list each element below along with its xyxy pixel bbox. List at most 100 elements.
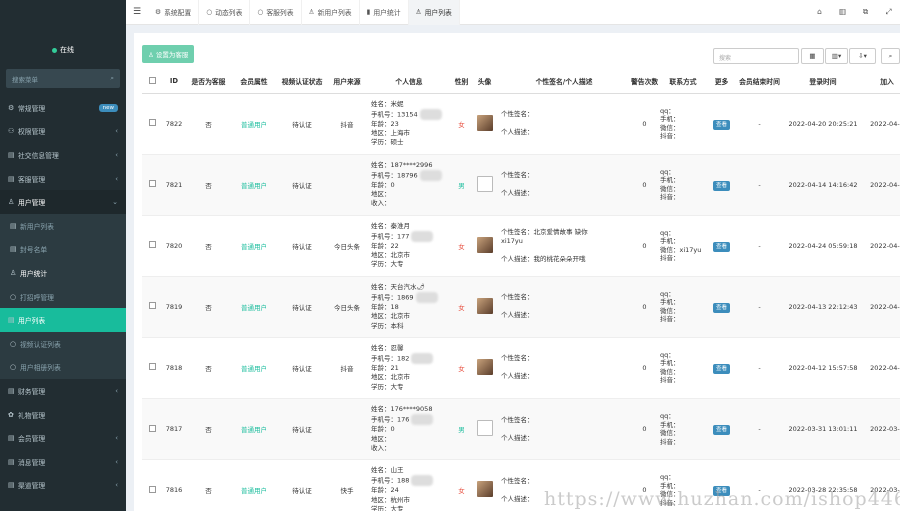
column-header[interactable]: 个人信息 [367,70,451,94]
login-time-cell: 2022-04-13 22:12:43 [784,276,862,338]
sidebar-item-1[interactable]: ⚇ 权限管理 ‹ [0,120,126,144]
sidebar-item-7[interactable]: ♙ 用户统计 [0,261,126,285]
contact-line: 微信：xi17yu [660,245,702,254]
info-text: 地区：北京市 [371,312,410,321]
row-checkbox[interactable] [148,180,156,188]
tab-3[interactable]: ♙ 新用户列表 [302,0,360,25]
info-line: 学历：本科 [371,322,451,331]
column-header[interactable]: 视频认证状态 [277,70,327,94]
column-header[interactable]: 联系方式 [658,70,708,94]
language-icon[interactable]: ⧉ [854,7,877,17]
avatar[interactable] [476,481,493,498]
info-text: 年龄：22 [371,242,399,251]
info-line: 手机号：176 [371,414,451,426]
sidebar-item-2[interactable]: ▤ 社交信息管理 ‹ [0,143,126,167]
fullscreen-icon[interactable]: ⤢ [877,7,900,17]
tab-4[interactable]: ▮ 用户统计 [360,0,409,25]
advanced-search-button[interactable]: ⌕ [881,48,900,64]
view-button[interactable]: 查看 [712,180,730,191]
column-header[interactable]: 是否为客服 [186,70,231,94]
sidebar-item-label: 用户管理 [18,199,46,208]
circle-icon: ○ [10,363,17,372]
avatar[interactable] [476,297,493,314]
info-text: 地区： [371,434,391,443]
search-icon[interactable]: ⌕ [110,74,114,83]
video-status-cell: 待认证 [277,398,327,461]
signature-line [501,425,631,434]
sidebar-item-10[interactable]: ○ 视频认证列表 [0,331,126,356]
columns-button[interactable]: ▥▾ [825,48,848,64]
sidebar-item-11[interactable]: ○ 用户相册列表 [0,355,126,380]
sidebar-item-13[interactable]: ✿ 礼物管理 [0,403,126,427]
sidebar-item-14[interactable]: ▤ 会员管理 ‹ [0,426,126,450]
row-checkbox[interactable] [148,424,156,432]
toggle-view-button[interactable]: ▦ [801,48,824,64]
column-header[interactable]: 头像 [472,70,497,94]
signature-line: 个性签名： [501,354,534,363]
columns-icon: ▥▾ [831,52,842,60]
avatar[interactable] [476,236,493,253]
avatar[interactable] [476,420,493,437]
view-button[interactable]: 查看 [712,119,730,130]
column-header[interactable]: 更多 [708,70,735,94]
row-checkbox[interactable] [148,241,156,249]
column-header[interactable]: 用户来源 [327,70,367,94]
sidebar-item-label: 社交信息管理 [18,151,59,160]
sidebar-user-panel: 在线 [0,25,126,63]
sidebar-item-16[interactable]: ▤ 渠道管理 ‹ [0,474,126,498]
column-header[interactable]: 个性签名/个人描述 [497,70,631,94]
table-search-input[interactable]: 搜索 [713,48,799,64]
sidebar-item-5[interactable]: ▤ 新用户列表 [0,213,126,238]
menu-toggle-icon[interactable]: ☰ [126,7,148,17]
sidebar: 在线 搜索菜单 ⌕ ⚙ 常规管理 new ⚇ 权限管理 ‹ ▤ 社交信息管理 ‹ ▤ 客服管理 ‹ ♙ 用… [0,0,126,511]
view-button[interactable]: 查看 [712,363,730,374]
avatar[interactable] [476,358,493,375]
select-all-checkbox[interactable] [148,76,156,84]
list-icon: ▤ [10,245,17,254]
sidebar-search-input[interactable]: 搜索菜单 ⌕ [6,69,120,88]
info-text: 姓名：忍馨 [371,344,404,353]
export-button[interactable]: ⇩▾ [849,48,876,64]
personal-info-cell: 姓名：山王 手机号：188 年龄：24 地区：杭州市 学历：大专 [367,459,451,511]
sidebar-item-15[interactable]: ▤ 消息管理 ‹ [0,450,126,474]
row-checkbox[interactable] [148,119,156,127]
tab-2[interactable]: ○ 客服列表 [250,0,302,25]
sidebar-item-0[interactable]: ⚙ 常规管理 new [0,96,126,120]
column-header[interactable]: 会员属性 [231,70,277,94]
sidebar-item-4[interactable]: ♙ 用户管理 ⌄ [0,190,126,214]
avatar[interactable] [476,114,493,131]
column-header[interactable]: 性别 [451,70,472,94]
sidebar-item-3[interactable]: ▤ 客服管理 ‹ [0,167,126,191]
row-checkbox[interactable] [148,363,156,371]
list-icon: ▤ [8,434,15,443]
sidebar-item-label: 用户统计 [20,269,48,278]
row-checkbox[interactable] [148,302,156,310]
view-button[interactable]: 查看 [712,302,730,313]
view-button[interactable]: 查看 [712,425,730,436]
home-icon[interactable]: ⌂ [808,7,831,17]
avatar[interactable] [476,175,493,192]
trash-icon[interactable]: ▥ [831,7,854,17]
tab-0[interactable]: ⚙ 系统配置 [148,0,200,25]
sidebar-item-8[interactable]: ○ 打招呼管理 [0,284,126,309]
column-header[interactable]: 会员结束时间 [735,70,784,94]
column-header[interactable]: 警告次数 [631,70,658,94]
tab-1[interactable]: ○ 动态列表 [199,0,251,25]
sidebar-item-6[interactable]: ▤ 封号名单 [0,237,126,262]
signature-line: 个性签名：北京爱情故事 缺你 [501,227,588,236]
sidebar-item-label: 权限管理 [18,128,46,137]
sidebar-item-12[interactable]: ▤ 财务管理 ‹ [0,379,126,403]
contact-line: 手机： [660,176,680,185]
column-header[interactable]: 加入 [862,70,900,94]
sidebar-item-9[interactable]: ▤ 用户列表 [0,308,126,332]
column-header[interactable]: 登录时间 [784,70,862,94]
vip-end-cell: - [735,93,784,155]
more-cell: 查看 [708,215,735,277]
view-button[interactable]: 查看 [712,241,730,252]
video-status-cell: 待认证 [277,459,327,511]
column-header[interactable]: ID [162,70,186,94]
set-cs-button[interactable]: ♙ 设置为客服 [142,45,195,63]
row-checkbox[interactable] [148,485,156,493]
info-line: 手机号：18796 [371,169,451,181]
tab-5[interactable]: ♙ 用户列表 [408,0,460,25]
